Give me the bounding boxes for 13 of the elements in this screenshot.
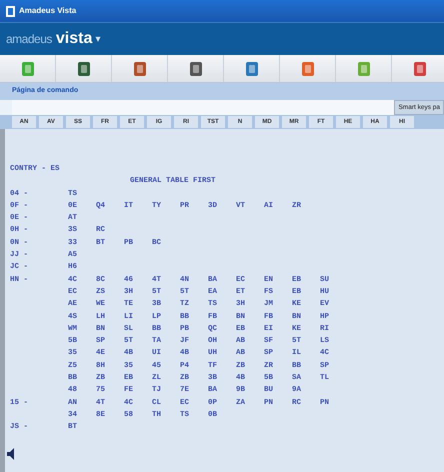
speaker-icon[interactable] xyxy=(7,448,15,460)
toolbar-button[interactable] xyxy=(392,55,444,82)
toolbar-button[interactable] xyxy=(112,55,168,82)
app-logo-icon xyxy=(6,6,15,16)
toolbar-button[interactable] xyxy=(280,55,336,82)
brand-name: vista xyxy=(56,29,92,49)
toolbar-button[interactable] xyxy=(56,55,112,82)
command-input[interactable] xyxy=(12,100,394,115)
caret-icon[interactable]: ▾ xyxy=(95,32,100,46)
toolbar-button[interactable] xyxy=(168,55,224,82)
window-title: Amadeus Vista xyxy=(19,5,76,17)
brand-prefix: amadeus xyxy=(6,31,52,48)
toolbar-button[interactable] xyxy=(224,55,280,82)
